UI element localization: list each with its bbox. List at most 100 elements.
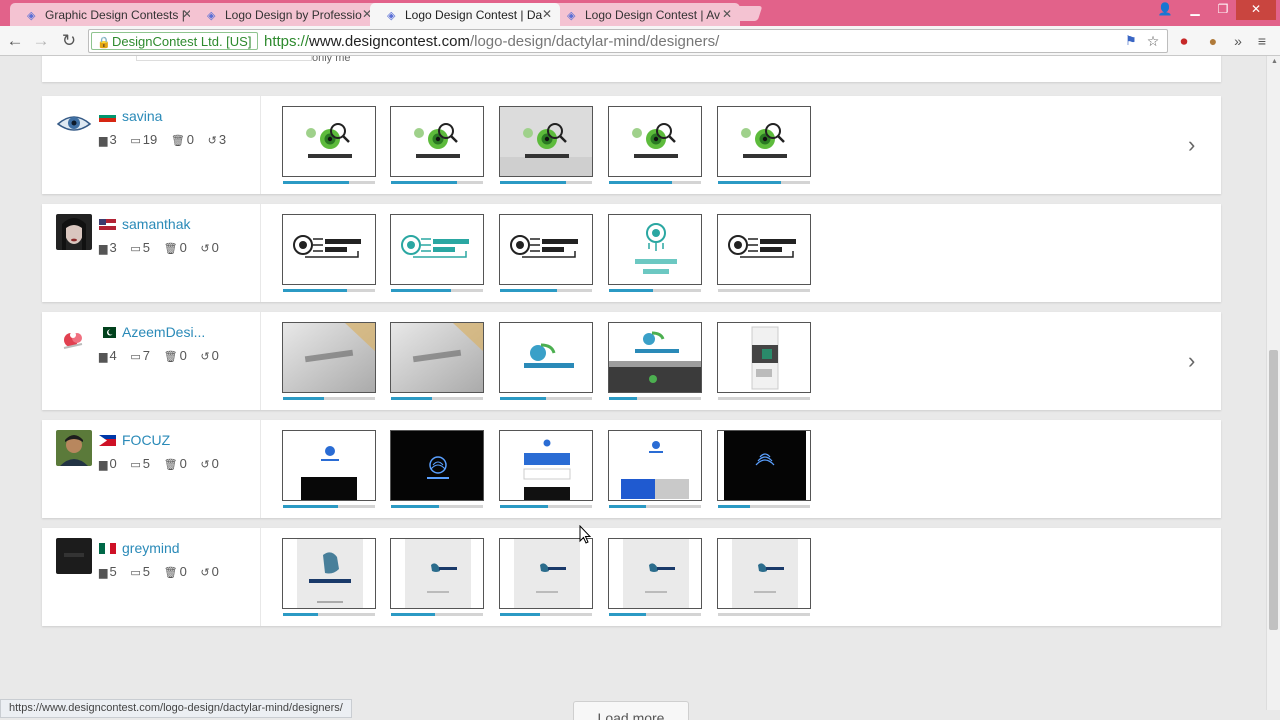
design-thumbnail[interactable] xyxy=(717,538,811,609)
designer-name-link[interactable]: greymind xyxy=(122,540,180,556)
design-thumbnail[interactable] xyxy=(390,430,484,501)
entries-stat: ▭ 5 xyxy=(130,456,150,471)
comments-stat: ▆ 3 xyxy=(99,132,117,147)
browser-tab[interactable]: ◈ Graphic Design Contests | ✕ xyxy=(10,3,200,26)
forward-button[interactable]: → xyxy=(30,30,52,52)
tab-title: Graphic Design Contests | xyxy=(45,8,185,22)
maximize-icon[interactable]: ❐ xyxy=(1208,0,1238,20)
trash-icon: 🗑 xyxy=(170,135,185,147)
design-thumbnail[interactable] xyxy=(390,322,484,393)
load-more-button[interactable]: Load more xyxy=(573,701,689,720)
design-thumbnail[interactable] xyxy=(717,430,811,501)
mouse-cursor-icon xyxy=(579,525,592,544)
bookmark-star-icon[interactable]: ☆ xyxy=(1143,31,1163,51)
design-thumbnail[interactable] xyxy=(282,430,376,501)
comments-stat: ▆ 0 xyxy=(99,456,117,471)
undo-icon: ↺ xyxy=(207,135,217,147)
designer-stats: ▆ 4 ▭ 7 🗑 0 ↺ 0 xyxy=(99,348,229,363)
design-thumbnail[interactable] xyxy=(717,106,811,177)
designer-name-link[interactable]: FOCUZ xyxy=(122,432,170,448)
lock-icon: 🔒 xyxy=(97,37,111,49)
country-flag-icon xyxy=(99,217,116,230)
adblock-icon[interactable]: ⏺ xyxy=(1174,31,1194,51)
rating-progress-bar xyxy=(718,289,810,292)
avatar[interactable] xyxy=(56,538,92,574)
trash-icon: 🗑 xyxy=(163,459,178,471)
window-close-icon[interactable]: ✕ xyxy=(1236,0,1276,20)
favicon-icon: ◈ xyxy=(27,10,36,22)
rating-progress-bar xyxy=(718,505,810,508)
ev-certificate-badge[interactable]: 🔒 DesignContest Ltd. [US] xyxy=(91,32,259,50)
scroll-up-icon[interactable]: ▲ xyxy=(1271,58,1278,65)
reload-button[interactable]: ↻ xyxy=(58,30,80,52)
design-thumbnail[interactable] xyxy=(608,430,702,501)
design-thumbnail[interactable] xyxy=(390,214,484,285)
designer-name-link[interactable]: samanthak xyxy=(122,216,190,232)
image-icon: ▭ xyxy=(130,459,141,471)
design-thumbnail[interactable] xyxy=(499,322,593,393)
design-thumbnail[interactable] xyxy=(499,538,593,609)
withdrawn-stat: ↺ 0 xyxy=(200,564,219,579)
design-thumbnail[interactable] xyxy=(282,322,376,393)
rating-progress-bar xyxy=(391,397,483,400)
rating-progress-bar xyxy=(718,181,810,184)
comment-icon: ▆ xyxy=(99,567,108,579)
rating-progress-bar xyxy=(500,613,592,616)
translate-icon[interactable]: ⚑ xyxy=(1121,31,1141,51)
address-bar[interactable]: 🔒 DesignContest Ltd. [US] https://www.de… xyxy=(88,29,1168,53)
withdrawn-stat: ↺ 0 xyxy=(200,348,219,363)
rating-progress-bar xyxy=(391,505,483,508)
withdrawn-stat: ↺ 3 xyxy=(207,132,227,147)
design-thumbnail[interactable] xyxy=(499,214,593,285)
designer-name-link[interactable]: AzeemDesi... xyxy=(122,324,205,340)
filter-field[interactable] xyxy=(136,56,312,61)
designer-row: savina ▆ 3 ▭ 19 🗑 0 ↺ 3 › xyxy=(42,96,1221,194)
browser-tab[interactable]: ◈ Logo Design Contest | Av ✕ xyxy=(550,3,740,26)
url-text: https://www.designcontest.com/logo-desig… xyxy=(264,33,720,50)
avatar[interactable] xyxy=(56,106,92,142)
design-thumbnail[interactable] xyxy=(282,214,376,285)
country-flag-icon xyxy=(99,109,116,122)
avatar[interactable] xyxy=(56,214,92,250)
row-divider xyxy=(260,420,261,518)
design-thumbnail[interactable] xyxy=(608,214,702,285)
rating-progress-bar xyxy=(609,397,701,400)
row-divider xyxy=(260,96,261,194)
design-thumbnail[interactable] xyxy=(282,538,376,609)
chevron-right-icon[interactable]: › xyxy=(1188,348,1195,374)
browser-tab[interactable]: ◈ Logo Design by Professio ✕ xyxy=(190,3,380,26)
design-thumbnail[interactable] xyxy=(608,538,702,609)
close-tab-icon[interactable]: ✕ xyxy=(542,7,552,21)
back-button[interactable]: ← xyxy=(4,30,26,52)
design-thumbnail[interactable] xyxy=(608,322,702,393)
design-thumbnail[interactable] xyxy=(390,106,484,177)
scroll-thumb[interactable] xyxy=(1269,350,1278,630)
rating-progress-bar xyxy=(283,289,375,292)
design-thumbnail[interactable] xyxy=(717,214,811,285)
design-thumbnail[interactable] xyxy=(717,322,811,393)
user-icon[interactable]: 👤 xyxy=(1150,0,1180,20)
chevron-right-icon[interactable]: › xyxy=(1188,132,1195,158)
rating-progress-bar xyxy=(283,397,375,400)
row-divider xyxy=(260,312,261,410)
designer-stats: ▆ 5 ▭ 5 🗑 0 ↺ 0 xyxy=(99,564,229,579)
avatar[interactable] xyxy=(56,430,92,466)
design-thumbnail[interactable] xyxy=(608,106,702,177)
design-thumbnail[interactable] xyxy=(390,538,484,609)
new-tab-button[interactable] xyxy=(729,6,763,21)
browser-tab-active[interactable]: ◈ Logo Design Contest | Da ✕ xyxy=(370,3,560,26)
design-thumbnail[interactable] xyxy=(499,430,593,501)
deleted-stat: 🗑 0 xyxy=(170,132,195,147)
design-thumbnail[interactable] xyxy=(282,106,376,177)
designer-name-link[interactable]: savina xyxy=(122,108,162,124)
avatar[interactable] xyxy=(56,322,92,358)
undo-icon: ↺ xyxy=(200,567,210,579)
minimize-icon[interactable]: ▁ xyxy=(1180,0,1210,20)
cookie-icon[interactable]: ● xyxy=(1203,31,1223,51)
scrollbar[interactable]: ▲ xyxy=(1266,56,1280,710)
rating-progress-bar xyxy=(283,505,375,508)
menu-icon[interactable]: ≡ xyxy=(1252,31,1272,51)
design-thumbnail[interactable] xyxy=(499,106,593,177)
rating-progress-bar xyxy=(500,289,592,292)
overflow-icon[interactable]: » xyxy=(1228,31,1248,51)
